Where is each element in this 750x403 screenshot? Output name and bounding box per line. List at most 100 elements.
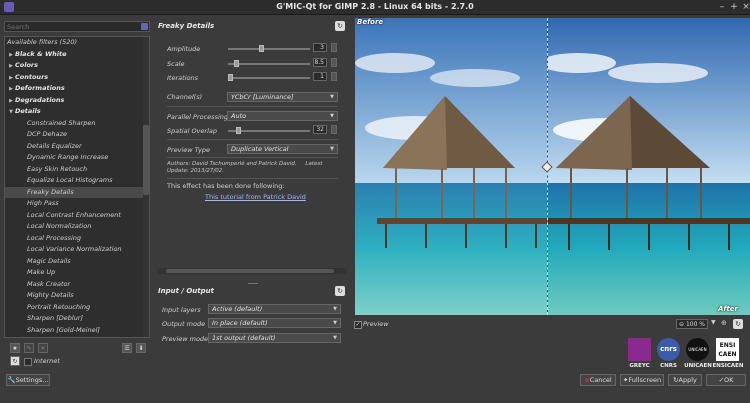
filter-item[interactable]: Local Normalization (5, 221, 149, 233)
preview-checkbox[interactable]: ✓ (354, 321, 362, 329)
filter-item[interactable]: Sharpen [Gold-Meinel] (5, 325, 149, 337)
chevron-down-icon: ▼ (330, 146, 334, 152)
filter-label: Colors (15, 61, 39, 69)
scale-stepper[interactable] (331, 58, 337, 67)
amplitude-handle[interactable] (258, 45, 264, 52)
preview-mode-select[interactable]: 1st output (default) ▼ (208, 333, 341, 343)
zoom-dropdown-icon[interactable]: ▼ (711, 319, 719, 329)
settings-label: Settings... (15, 376, 49, 384)
zoom-level-field[interactable]: ⊖ 100 % (676, 319, 708, 329)
amplitude-slider[interactable] (228, 48, 310, 50)
filter-label: Portrait Retouching (27, 302, 91, 311)
amplitude-stepper[interactable] (331, 43, 337, 52)
update-filters-icon[interactable]: ↻ (10, 356, 20, 366)
internet-label: Internet (34, 357, 60, 365)
filter-tree-scroll-thumb[interactable] (143, 125, 149, 195)
zoom-out-icon: ⊖ (679, 321, 685, 328)
preview-type-select[interactable]: Duplicate Vertical ▼ (227, 144, 338, 154)
spatial-overlap-spinbox[interactable]: 32 (313, 125, 327, 134)
filter-category[interactable]: ▶ Degradations (5, 95, 145, 107)
filter-item[interactable]: Local Variance Normalization (5, 244, 149, 256)
filter-item[interactable]: Sharpen [Deblur] (5, 313, 149, 325)
filter-item[interactable]: Details Equalizer (5, 141, 149, 153)
splitter-handle[interactable] (248, 283, 258, 284)
scale-spinbox[interactable]: 8.5 (313, 58, 327, 67)
filter-search-box[interactable] (4, 21, 150, 32)
filter-category[interactable]: ▶ Black & White (5, 49, 145, 61)
clear-search-icon[interactable] (141, 23, 148, 30)
refresh-preview-icon[interactable]: ↻ (733, 319, 743, 329)
before-image (355, 18, 547, 315)
filter-label: Local Normalization (27, 222, 92, 230)
filter-item[interactable]: Dynamic Range Increase (5, 152, 149, 164)
close-button[interactable]: × (740, 1, 750, 13)
parallel-processing-select[interactable]: Auto ▼ (227, 111, 338, 121)
fullscreen-label: Fullscreen (628, 376, 662, 384)
divider (167, 106, 338, 107)
iterations-spinbox[interactable]: 1 (313, 72, 327, 81)
iterations-handle[interactable] (228, 74, 233, 81)
reset-io-icon[interactable]: ↻ (335, 286, 345, 296)
minimize-button[interactable]: – (716, 1, 728, 13)
filter-category[interactable]: ▶ Deformations (5, 83, 145, 95)
ok-button[interactable]: ✓OK (706, 374, 746, 386)
filter-label: Local Contrast Enhancement (27, 210, 121, 219)
filter-category[interactable]: ▶ Colors (5, 60, 145, 72)
filter-item[interactable]: Mask Creator (5, 279, 149, 291)
tutorial-link[interactable]: This tutorial from Patrick David (205, 193, 306, 201)
filter-item[interactable]: Constrained Sharpen (5, 118, 149, 130)
filter-item[interactable]: Easy Skin Retouch (5, 164, 149, 176)
filter-item[interactable]: Make Up (5, 267, 149, 279)
input-layers-select[interactable]: Active (default) ▼ (208, 304, 341, 314)
filter-label: Equalize Local Histograms (27, 176, 113, 184)
filter-label: Contours (15, 72, 49, 81)
window-title: G'MIC-Qt for GIMP 2.8 - Linux 64 bits - … (276, 2, 474, 11)
io-title: Input / Output (158, 287, 214, 295)
filter-label: Details Equalizer (27, 141, 82, 150)
filter-count-header: Available filters (520) (7, 38, 78, 46)
scale-handle[interactable] (234, 60, 240, 67)
filter-item[interactable]: Equalize Local Histograms (5, 175, 149, 187)
spatial-overlap-handle[interactable] (235, 127, 241, 134)
preview-before-pane (355, 18, 547, 315)
filter-item[interactable]: Local Processing (5, 233, 149, 245)
settings-button[interactable]: 🔧Settings... (6, 374, 50, 386)
spatial-overlap-label: Spatial Overlap (167, 127, 217, 135)
cancel-button[interactable]: ⊗Cancel (580, 374, 616, 386)
filter-label: Mask Creator (27, 279, 71, 288)
add-favorite-button[interactable]: ★ (10, 343, 20, 353)
filter-category[interactable]: ▶ Contours (5, 72, 145, 84)
filter-item[interactable]: DCP Dehaze (5, 129, 149, 141)
internet-checkbox[interactable] (24, 358, 32, 366)
params-h-scroll-thumb[interactable] (166, 269, 334, 273)
chevron-down-icon: ▼ (333, 306, 337, 312)
remove-favorite-button[interactable]: ✕ (38, 343, 48, 353)
filter-item[interactable]: Local Contrast Enhancement (5, 210, 149, 222)
search-input[interactable] (7, 22, 135, 31)
filter-item[interactable]: Magic Details (5, 256, 149, 268)
filter-category[interactable]: ▼ Details (5, 106, 145, 118)
rename-favorite-button[interactable]: ✎ (24, 343, 34, 353)
zoom-in-icon[interactable]: ⊕ (721, 319, 730, 329)
output-mode-select[interactable]: In place (default) ▼ (208, 318, 341, 328)
greyc-label: GREYC (629, 363, 650, 369)
apply-button[interactable]: ↻Apply (668, 374, 702, 386)
filter-item[interactable]: Portrait Retouching (5, 302, 149, 314)
scale-slider[interactable] (228, 63, 310, 65)
filter-label: Constrained Sharpen (27, 118, 96, 127)
fullscreen-button[interactable]: ✦Fullscreen (620, 374, 664, 386)
iterations-slider[interactable] (228, 77, 310, 79)
maximize-button[interactable]: + (728, 1, 740, 13)
amplitude-spinbox[interactable]: 3 (313, 43, 327, 52)
iterations-stepper[interactable] (331, 72, 337, 81)
list-view-icon[interactable]: ☰ (122, 343, 132, 353)
filter-item[interactable]: High Pass (5, 198, 149, 210)
filter-item[interactable]: Freaky Details (5, 186, 149, 198)
filter-tree[interactable]: Available filters (520) ▶ Black & White ▶ C… (4, 36, 150, 338)
expand-collapse-icon[interactable]: ⬇ (136, 343, 146, 353)
channels-select[interactable]: YCbCr [Luminance] ▼ (227, 92, 338, 102)
filter-item[interactable]: Mighty Details (5, 290, 149, 302)
spatial-overlap-stepper[interactable] (331, 125, 337, 134)
after-label: After (718, 305, 739, 313)
reset-params-icon[interactable]: ↻ (335, 21, 345, 31)
